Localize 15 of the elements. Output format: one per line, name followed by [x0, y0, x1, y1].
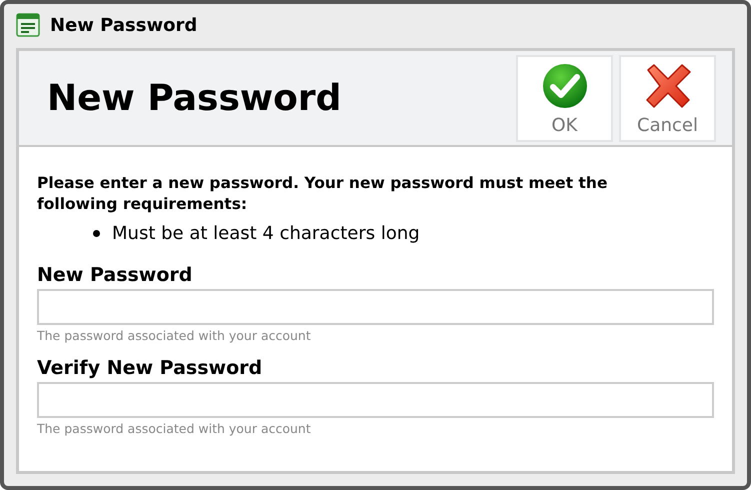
- password-field[interactable]: [37, 382, 714, 418]
- password-field[interactable]: [37, 289, 714, 325]
- help-text: The password associated with your account: [37, 328, 312, 343]
- window-icon: [16, 13, 40, 37]
- field-label: Verify New Password: [37, 357, 264, 379]
- ok-button[interactable]: OK: [516, 54, 613, 142]
- requirement-text: Must be at least 4 characters long: [112, 223, 420, 244]
- checkmark-icon: [542, 62, 588, 108]
- page-heading: New Password: [47, 78, 342, 118]
- window-title: New Password: [50, 14, 198, 36]
- field-label: New Password: [37, 264, 194, 286]
- instructions-text: Please enter a new password. Your new password must meet the following requirements:: [37, 173, 608, 215]
- cancel-button[interactable]: Cancel: [619, 54, 716, 142]
- bullet-icon: [93, 230, 100, 237]
- help-text: The password associated with your account: [37, 421, 312, 436]
